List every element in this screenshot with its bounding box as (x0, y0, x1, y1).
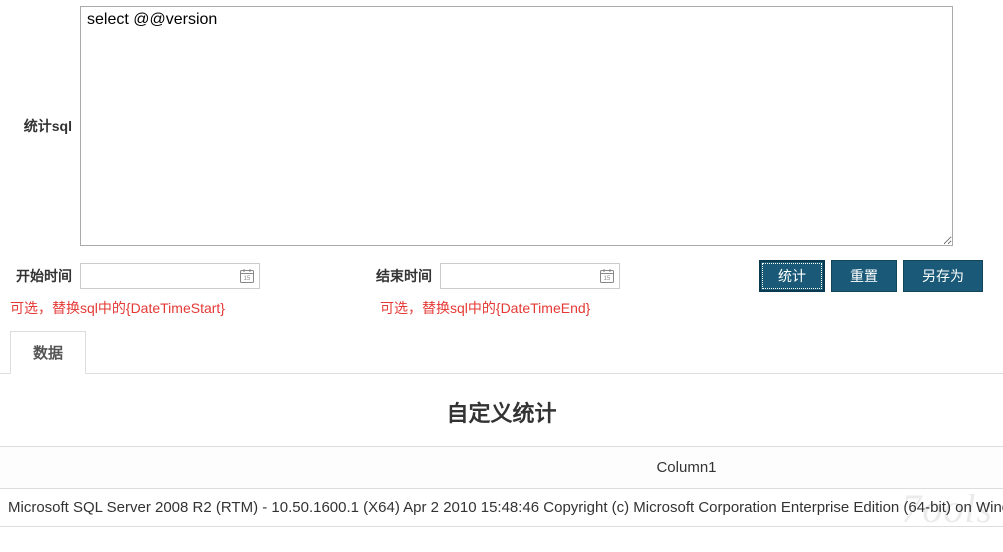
result-table: Column1 Microsoft SQL Server 2008 R2 (RT… (0, 446, 1003, 527)
calendar-icon: 15 (599, 268, 615, 284)
end-time-label: 结束时间 (370, 266, 440, 286)
result-title: 自定义统计 (0, 374, 1003, 446)
calendar-icon: 15 (239, 268, 255, 284)
start-time-label: 开始时间 (10, 266, 80, 286)
table-header-cell: Column1 (0, 447, 1003, 489)
tabs: 数据 (0, 330, 1003, 374)
end-time-hint: 可选，替换sql中的{DateTimeEnd} (380, 298, 590, 318)
end-time-input[interactable] (441, 264, 619, 288)
end-time-field[interactable]: 15 (440, 263, 620, 289)
table-cell: Microsoft SQL Server 2008 R2 (RTM) - 10.… (0, 489, 1003, 527)
saveas-button[interactable]: 另存为 (903, 260, 983, 292)
svg-text:15: 15 (604, 276, 611, 282)
tab-data[interactable]: 数据 (10, 331, 86, 374)
sql-textarea[interactable] (80, 6, 953, 246)
reset-button[interactable]: 重置 (831, 260, 897, 292)
start-time-field[interactable]: 15 (80, 263, 260, 289)
start-time-input[interactable] (81, 264, 259, 288)
submit-button[interactable]: 统计 (759, 260, 825, 292)
start-time-hint: 可选，替换sql中的{DateTimeStart} (10, 298, 270, 318)
table-header-row: Column1 (0, 447, 1003, 489)
svg-text:15: 15 (244, 276, 251, 282)
sql-label: 统计sql (10, 116, 80, 136)
table-row: Microsoft SQL Server 2008 R2 (RTM) - 10.… (0, 489, 1003, 527)
